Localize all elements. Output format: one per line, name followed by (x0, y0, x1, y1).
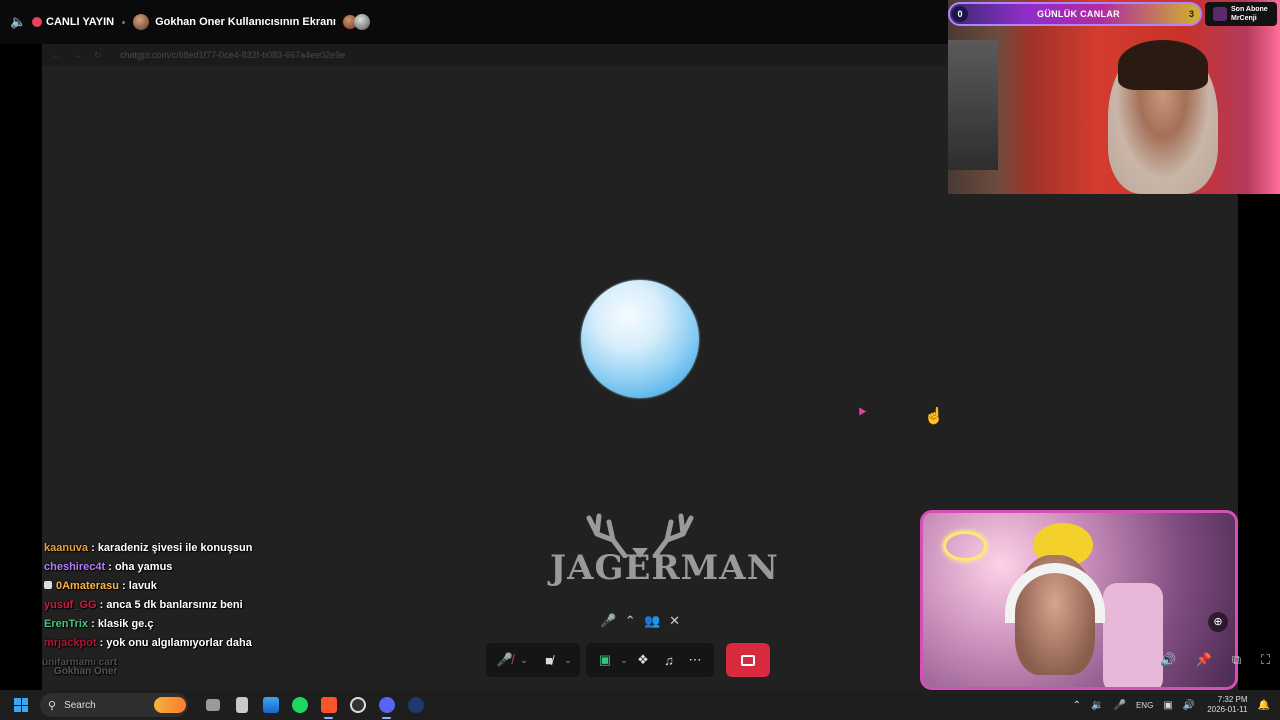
chat-message: ErenTrix : klasik ge.ç (44, 618, 154, 630)
participant-name-tag: Gokhan Oner (54, 666, 118, 677)
steam-icon[interactable] (401, 690, 430, 720)
end-call-icon (741, 654, 755, 666)
file-manager-icon[interactable] (227, 690, 256, 720)
language-indicator[interactable]: ENG (1136, 701, 1153, 710)
neon-sign (943, 531, 987, 561)
pin-icon[interactable]: 📌 (1196, 652, 1212, 670)
close-icon[interactable]: ✕ (669, 613, 680, 629)
brave-icon[interactable] (314, 690, 343, 720)
spotify-icon[interactable] (285, 690, 314, 720)
gaming-chair (1103, 583, 1163, 687)
hand-cursor-icon: ☝ (924, 408, 944, 425)
chat-badge-icon (44, 581, 52, 589)
windows-start-icon[interactable] (14, 698, 28, 712)
chevron-up-icon[interactable]: ⌃ (625, 613, 636, 629)
volume-icon[interactable]: 🔉 (1091, 700, 1103, 711)
taskbar-search[interactable]: ⚲ Search (40, 693, 188, 717)
obs-icon[interactable] (343, 690, 372, 720)
screen-share-icon[interactable]: ▣ (592, 647, 618, 673)
live-indicator-icon (32, 17, 42, 27)
search-placeholder: Search (64, 699, 96, 711)
screen-title: Gokhan Oner Kullanıcısının Ekranı (155, 16, 336, 28)
discord-icon[interactable] (372, 690, 401, 720)
chevron-down-icon[interactable]: ⌄ (618, 655, 630, 666)
mic-icon[interactable]: 🎤 (1114, 700, 1126, 711)
last-subscriber-box: Son Abone MrCenji (1205, 2, 1277, 26)
popout-icon[interactable]: ⧉ (1232, 652, 1241, 670)
separator-dot (122, 20, 126, 24)
goal-target: 3 (1188, 9, 1194, 19)
notification-icon[interactable]: 🔔 (1258, 700, 1270, 711)
end-call-button[interactable] (726, 643, 770, 677)
activities-icon[interactable]: ❖ (630, 647, 656, 673)
viewer-avatar[interactable] (354, 14, 370, 30)
desktop: 🔈 CANLI YAYIN Gokhan Oner Kullanıcısının… (0, 0, 1280, 720)
stream-topbar: 🔈 CANLI YAYIN Gokhan Oner Kullanıcısının… (0, 0, 948, 44)
mic-muted-icon[interactable]: 🎤̸ (492, 647, 518, 673)
last-sub-title: Son Abone (1231, 6, 1268, 13)
network-icon[interactable]: ▣ (1163, 700, 1172, 711)
chevron-down-icon[interactable]: ⌄ (562, 655, 574, 666)
view-tools: 🔊 📌 ⧉ ⛶ (1160, 652, 1270, 670)
search-highlight-icon (154, 697, 186, 713)
browser-address-bar: ←→↻ chatgpt.com/c/68ed1f77-0ce4-832f-b08… (42, 44, 948, 66)
mini-call-controls: 🎤 ⌃ 👥 ✕ (600, 611, 680, 631)
goal-count: 0 (952, 6, 968, 22)
soundboard-icon[interactable]: ♫ (656, 647, 682, 673)
fullscreen-icon[interactable]: ⛶ (1261, 652, 1270, 670)
clock-date: 2026-01-11 (1207, 705, 1248, 714)
windows-taskbar: ⚲ Search ⌃ 🔉 🎤 ENG ▣ 🔊 7:32 PM 2026-01-1… (0, 690, 1280, 720)
heart-icon (1213, 7, 1227, 21)
chat-message: 0Amaterasu : lavuk (44, 577, 364, 596)
more-icon[interactable]: ⋯ (682, 647, 708, 673)
streamer-avatar (133, 14, 150, 30)
last-sub-name: MrCenji (1231, 15, 1257, 22)
background-kitchen (948, 40, 998, 170)
clock-time: 7:32 PM (1217, 695, 1248, 704)
chat-message: mrjackpot : yok onu algılamıyorlar daha (44, 637, 252, 649)
daily-goal-bar: 0 GÜNLÜK CANLAR 3 (948, 2, 1202, 26)
task-view-icon[interactable] (198, 690, 227, 720)
call-controls: 🎤̸ ⌄ ■̸ ⌄ ▣ ⌄ ❖ ♫ ⋯ (486, 642, 770, 678)
chevron-up-icon[interactable]: ⌃ (1073, 700, 1081, 711)
browser-nav-icons: ←→↻ (52, 49, 114, 60)
photos-icon[interactable] (256, 690, 285, 720)
search-icon: ⚲ (48, 699, 57, 712)
chat-overlay: kaanuva : karadeniz şivesi ile konuşsun … (42, 539, 364, 677)
speaker-icon[interactable]: 🔈 (10, 15, 26, 29)
share-group: ▣ ⌄ ❖ ♫ ⋯ (586, 643, 714, 677)
streamer-webcam (948, 0, 1280, 194)
zoom-icon[interactable]: ⊕ (1208, 612, 1228, 632)
watermark-text: JAGERMAN (550, 548, 779, 588)
jagerman-logo: JAGERMAN (550, 512, 779, 598)
taskbar-apps (198, 690, 430, 720)
chat-message: kaanuva : karadeniz şivesi ile konuşsun (44, 542, 253, 554)
mic-icon[interactable]: 🎤 (600, 613, 616, 629)
people-icon[interactable]: 👥 (644, 613, 660, 629)
chevron-down-icon[interactable]: ⌄ (518, 655, 530, 666)
chat-message: cheshirec4t : oha yamus (44, 561, 173, 573)
volume-icon[interactable]: 🔊 (1160, 652, 1176, 670)
speaker-icon[interactable]: 🔊 (1183, 700, 1195, 711)
chat-message: yusuf_GG : anca 5 dk banlarsınız beni (44, 599, 243, 611)
headset (1005, 563, 1105, 623)
system-tray: ⌃ 🔉 🎤 ENG ▣ 🔊 7:32 PM 2026-01-11 🔔 (1063, 690, 1270, 720)
camera-off-icon[interactable]: ■̸ (536, 647, 562, 673)
clock[interactable]: 7:32 PM 2026-01-11 (1207, 695, 1247, 715)
goal-label: GÜNLÜK CANLAR (1037, 9, 1120, 19)
audio-video-group: 🎤̸ ⌄ ■̸ ⌄ (486, 643, 580, 677)
live-label: CANLI YAYIN (46, 16, 115, 28)
streamer-hair (1118, 40, 1208, 90)
url-text: chatgpt.com/c/68ed1f77-0ce4-832f-b083-66… (120, 50, 346, 60)
voice-mode-orb (581, 280, 699, 398)
